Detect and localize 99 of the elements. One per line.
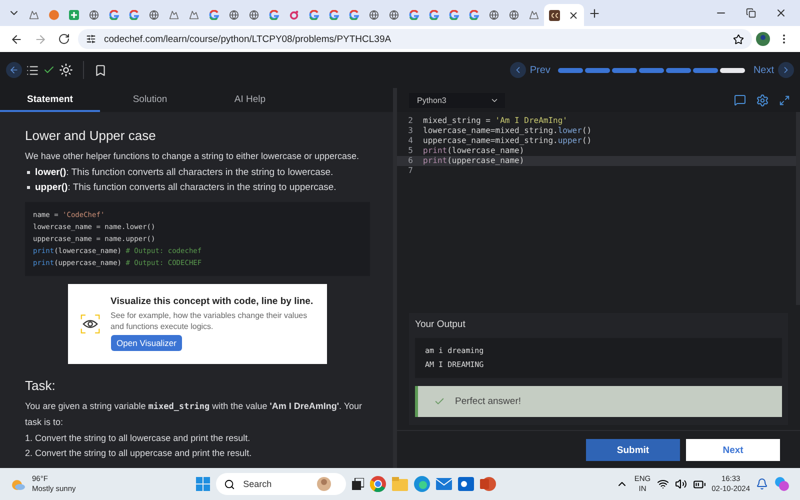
search-bar[interactable]: Search [216, 473, 346, 495]
next-link[interactable]: Next [753, 64, 774, 76]
next-button[interactable] [778, 62, 794, 78]
back-icon[interactable] [10, 32, 22, 46]
chat-icon[interactable] [734, 94, 746, 106]
mountain-icon [29, 10, 39, 20]
globe-icon [229, 10, 239, 20]
search-input[interactable]: Search [241, 478, 312, 490]
logo-icon [549, 10, 560, 20]
list-item: 2. Convert the string to all uppercase and print the result. [25, 447, 253, 460]
ring-logo-icon [429, 10, 439, 20]
ring-icon [289, 10, 299, 20]
theme-icon[interactable] [59, 63, 73, 77]
ring-logo-icon [109, 10, 119, 20]
line-number: 7 [407, 166, 414, 176]
browser-tab[interactable] [544, 4, 584, 26]
start-icon[interactable] [196, 477, 210, 491]
calendar-app-icon[interactable] [458, 477, 474, 491]
open-visualizer-button[interactable]: Open Visualizer [110, 335, 182, 351]
bookmark-icon[interactable] [94, 64, 107, 76]
list-item: 1. Convert the string to all lowercase and print the result. [25, 432, 252, 445]
site-info-icon[interactable] [86, 34, 96, 44]
code-line: print(uppercase_name) [423, 156, 524, 166]
code-line: mixed_string = 'Am I DreAmIng' [423, 116, 568, 126]
bullet-item: upper(): This function converts all characters in the string to uppercase. [35, 181, 336, 195]
settings-icon[interactable] [756, 94, 769, 106]
panel-tab[interactable]: AI Help [200, 88, 300, 112]
plus-icon [69, 10, 79, 20]
code-line: lowercase_name=mixed_string.lower() [423, 126, 592, 136]
avatar-icon[interactable] [756, 32, 770, 46]
section-heading: Task: [25, 378, 56, 392]
volume-icon[interactable] [674, 478, 687, 490]
globe-icon [509, 10, 519, 20]
panel-tab[interactable]: Statement [0, 88, 100, 112]
close-icon[interactable] [568, 10, 579, 20]
arrow-left-icon [9, 65, 19, 75]
ring-logo-icon [469, 10, 479, 20]
person-icon [317, 477, 332, 491]
ring-logo-icon [329, 10, 339, 20]
battery-icon[interactable] [692, 478, 706, 490]
ring-logo-icon [269, 10, 279, 20]
submit-button[interactable]: Submit [586, 439, 680, 461]
prev-button[interactable] [510, 62, 526, 78]
globe-icon [249, 10, 259, 20]
code-line: uppercase_name=mixed_string.upper() [423, 136, 592, 146]
card-text: See for example, how the variables change their values and functions execute logics. [110, 310, 308, 332]
browser-app-icon[interactable] [414, 476, 430, 492]
line-number: 6 [407, 156, 414, 166]
line-number: 3 [407, 126, 414, 136]
globe-icon [149, 10, 159, 20]
progress-segment[interactable] [720, 68, 746, 72]
success-alert: Perfect answer! [415, 386, 782, 417]
search-icon [224, 478, 236, 490]
expand-icon[interactable] [779, 94, 790, 106]
paragraph: You are given a string variable mixed_string with the value 'Am I DreAmIng'. Your task is to: [25, 400, 364, 429]
restore-icon[interactable] [746, 8, 756, 18]
ring-logo-icon [449, 10, 459, 20]
code-line: print(lowercase_name) [423, 146, 524, 156]
list-icon[interactable] [26, 64, 39, 76]
line-number: 4 [407, 136, 414, 146]
section-heading: Lower and Upper case [25, 128, 157, 143]
reload-icon[interactable] [58, 33, 70, 45]
bullet-item: lower(): This function converts all characters in the string to lowercase. [35, 166, 334, 180]
close-icon[interactable] [775, 7, 787, 19]
new-tab-icon[interactable] [588, 6, 600, 20]
ring-logo-icon [409, 10, 419, 20]
task-view-icon[interactable] [352, 478, 364, 490]
prev-link[interactable]: Prev [530, 64, 550, 76]
globe-icon [489, 10, 499, 20]
ring-logo-icon [129, 10, 139, 20]
ring-logo-icon [349, 10, 359, 20]
bell-icon[interactable] [756, 478, 768, 490]
mail-icon[interactable] [436, 478, 452, 490]
assistant-icon[interactable] [774, 476, 790, 492]
bullet-marker [27, 170, 30, 174]
next-button[interactable]: Next [686, 439, 780, 461]
card-title: Visualize this concept with code, line by line. [110, 296, 314, 307]
ring-logo-icon [209, 10, 219, 20]
ring-logo-icon [309, 10, 319, 20]
line-number: 5 [407, 146, 414, 156]
globe-icon [369, 10, 379, 20]
paragraph: We have other helper functions to change a string to either lowercase or uppercase. [25, 150, 360, 163]
globe-icon [89, 10, 99, 20]
bullet-marker [27, 186, 30, 190]
back-button[interactable] [6, 62, 22, 78]
line-number: 2 [407, 116, 414, 126]
ball-icon [49, 10, 59, 20]
mountain-icon [529, 10, 539, 20]
output-title: Your Output [415, 319, 466, 330]
code-editor[interactable]: 2 mixed_string = 'Am I DreAmIng' 3 lowercase_name=mixed_string.lower() 4 uppercase_name=mixed_string.upper() 5 print(lowercase_name) 6 print(uppercase_name) 7 [397, 112, 800, 305]
browser-app-icon[interactable] [370, 476, 386, 492]
panel-tab[interactable]: Solution [100, 88, 200, 112]
check-icon [43, 64, 55, 76]
bookmark-star-icon[interactable] [733, 34, 744, 44]
language-select[interactable]: Python3 [409, 92, 505, 108]
check-icon [434, 396, 445, 407]
globe-icon [389, 10, 399, 20]
address-bar[interactable]: codechef.com/learn/course/python/LTCPY08/problems/PYTHCL39A [78, 29, 752, 49]
slides-app-icon[interactable] [480, 476, 496, 492]
